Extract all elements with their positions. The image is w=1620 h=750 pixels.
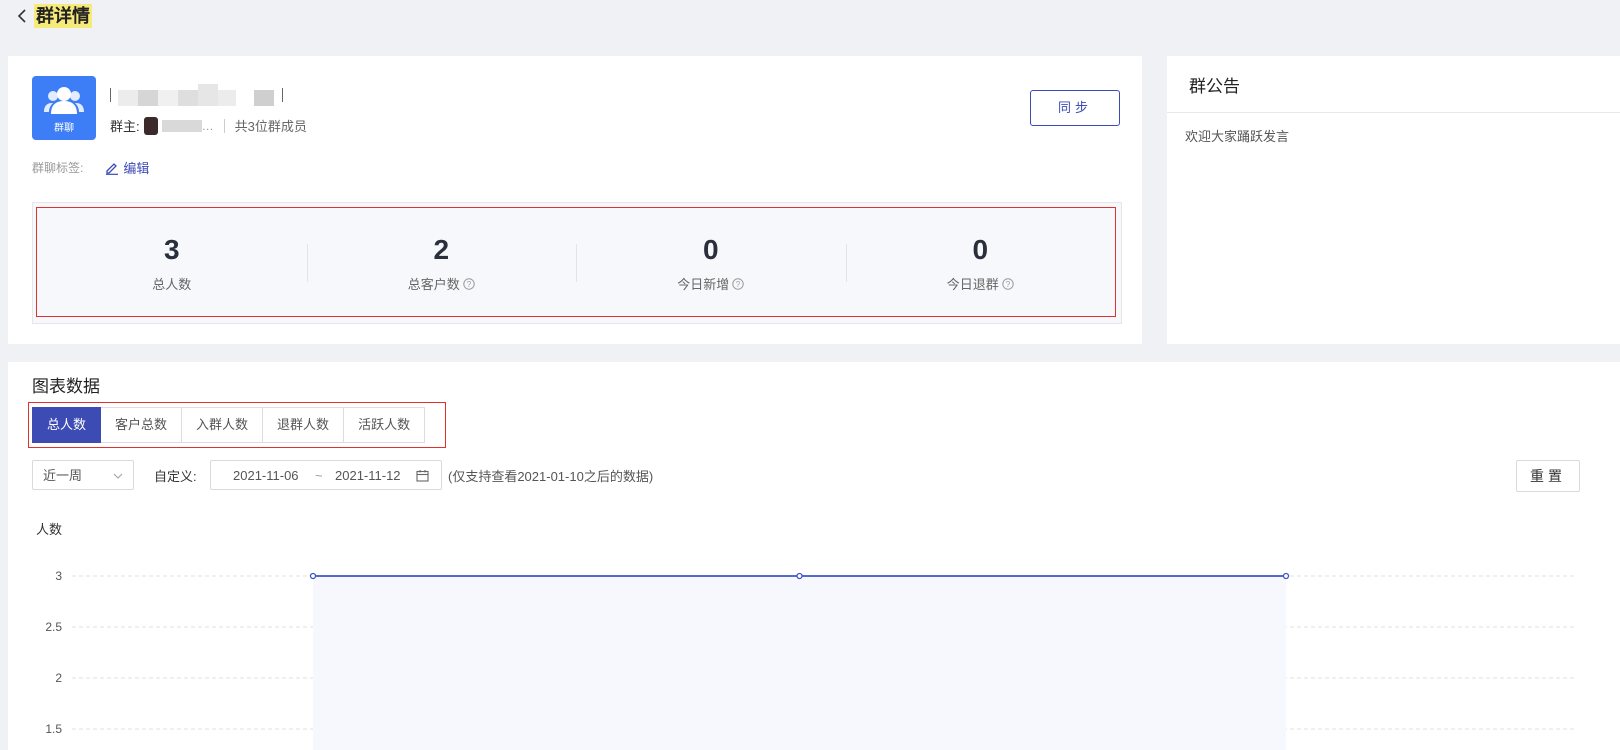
sync-button[interactable]: 同步 [1030, 90, 1120, 126]
stats-highlight: 3 总人数 2 总客户数? 0 今日新增? 0 今日退群? [36, 207, 1116, 317]
stat-label-text: 今日新增 [677, 277, 730, 292]
date-note: (仅支持查看2021-01-10之后的数据) [448, 469, 654, 484]
divider [1167, 112, 1620, 113]
y-tick-label: 2.5 [45, 620, 62, 634]
chart-card: 图表数据 总人数 客户总数 入群人数 退群人数 活跃人数 近一周 自定义: 2021-1… [8, 362, 1620, 750]
question-circle-icon[interactable]: ? [463, 277, 475, 290]
date-separator: ~ [315, 468, 323, 483]
group-info-card: 群聊 群主: … 共3位群成员 同步 群聊标签: 编辑 3 总人数 2 总客户数? 0 今… [8, 56, 1142, 344]
owner-name: … [201, 118, 214, 133]
data-point[interactable] [309, 572, 317, 580]
notice-text: 欢迎大家踊跃发言 [1185, 129, 1290, 144]
date-end[interactable]: 2021-11-12 [335, 468, 401, 483]
page-title: 群详情 [34, 4, 92, 28]
data-point[interactable] [796, 572, 803, 580]
pencil-icon [106, 162, 119, 175]
calendar-icon [416, 470, 429, 482]
avatar-label: 群聊 [54, 123, 74, 134]
y-axis-label: 人数 [36, 522, 62, 537]
chart-section-title: 图表数据 [32, 377, 100, 396]
member-count: 共3位群成员 [234, 119, 307, 134]
tab-metric[interactable]: 退群人数 [263, 407, 345, 443]
stat-label: 今日新增? [576, 274, 846, 293]
y-tick-label: 1.5 [45, 722, 62, 736]
owner-name-redacted [161, 119, 202, 132]
range-value: 近一周 [43, 468, 83, 483]
custom-label: 自定义: [154, 469, 197, 484]
y-tick-label: 3 [55, 569, 62, 583]
chevron-left-icon[interactable] [14, 5, 30, 27]
metric-tabs: 总人数 客户总数 入群人数 退群人数 活跃人数 [32, 407, 426, 443]
stat-value: 3 [163, 234, 180, 265]
question-circle-icon[interactable]: ? [732, 277, 744, 290]
stat-value: 0 [702, 234, 719, 265]
date-start[interactable]: 2021-11-06 [233, 468, 299, 483]
group-avatar: 群聊 [32, 76, 96, 140]
stat-value: 2 [433, 234, 450, 265]
top-bar: 群详情 [0, 0, 1620, 36]
svg-text:?: ? [467, 279, 472, 288]
y-tick-label: 2 [55, 671, 62, 685]
stats-panel: 3 总人数 2 总客户数? 0 今日新增? 0 今日退群? [32, 202, 1122, 324]
svg-text:?: ? [1006, 279, 1011, 288]
data-point[interactable] [1282, 572, 1290, 580]
line-chart: 人数 3 2.5 2 1.5 [36, 522, 1574, 750]
edit-tags-button[interactable]: 编辑 [105, 158, 149, 177]
reset-button[interactable]: 重置 [1516, 460, 1580, 492]
chevron-down-icon [113, 473, 123, 479]
stat-item: 0 今日新增? [576, 208, 846, 316]
stat-label: 总人数 [37, 274, 307, 293]
owner-avatar [143, 116, 158, 135]
tab-metric[interactable]: 活跃人数 [344, 407, 426, 443]
range-select[interactable]: 近一周 [32, 460, 134, 490]
stat-value: 0 [972, 234, 989, 265]
stat-item: 0 今日退群? [845, 208, 1116, 316]
series-area [313, 576, 1286, 750]
group-users-icon [44, 87, 84, 114]
stat-label-text: 总客户数 [407, 277, 460, 292]
svg-text:?: ? [736, 279, 741, 288]
stat-item: 3 总人数 [37, 208, 307, 316]
tab-metric[interactable]: 入群人数 [182, 407, 264, 443]
notice-title: 群公告 [1189, 77, 1240, 96]
stat-label: 今日退群? [846, 274, 1116, 293]
group-notice-card: 群公告 欢迎大家踊跃发言 [1167, 56, 1620, 344]
owner-row: 群主: … 共3位群成员 [110, 116, 307, 135]
date-range-picker[interactable]: 2021-11-06 ~ 2021-11-12 [210, 460, 442, 490]
stat-label: 总客户数? [307, 274, 577, 293]
stat-item: 2 总客户数? [306, 208, 577, 316]
tab-metric[interactable]: 总人数 [32, 407, 102, 443]
tab-metric[interactable]: 客户总数 [101, 407, 183, 443]
tabs-highlight: 总人数 客户总数 入群人数 退群人数 活跃人数 [28, 402, 446, 448]
stat-label-text: 今日退群 [946, 277, 999, 292]
tags-label: 群聊标签: [32, 161, 84, 175]
owner-label: 群主: [110, 119, 140, 134]
divider [223, 118, 225, 133]
stat-label-text: 总人数 [152, 277, 192, 292]
question-circle-icon[interactable]: ? [1002, 277, 1014, 290]
edit-label: 编辑 [123, 161, 150, 176]
group-tags-row: 群聊标签: 编辑 [32, 158, 149, 177]
